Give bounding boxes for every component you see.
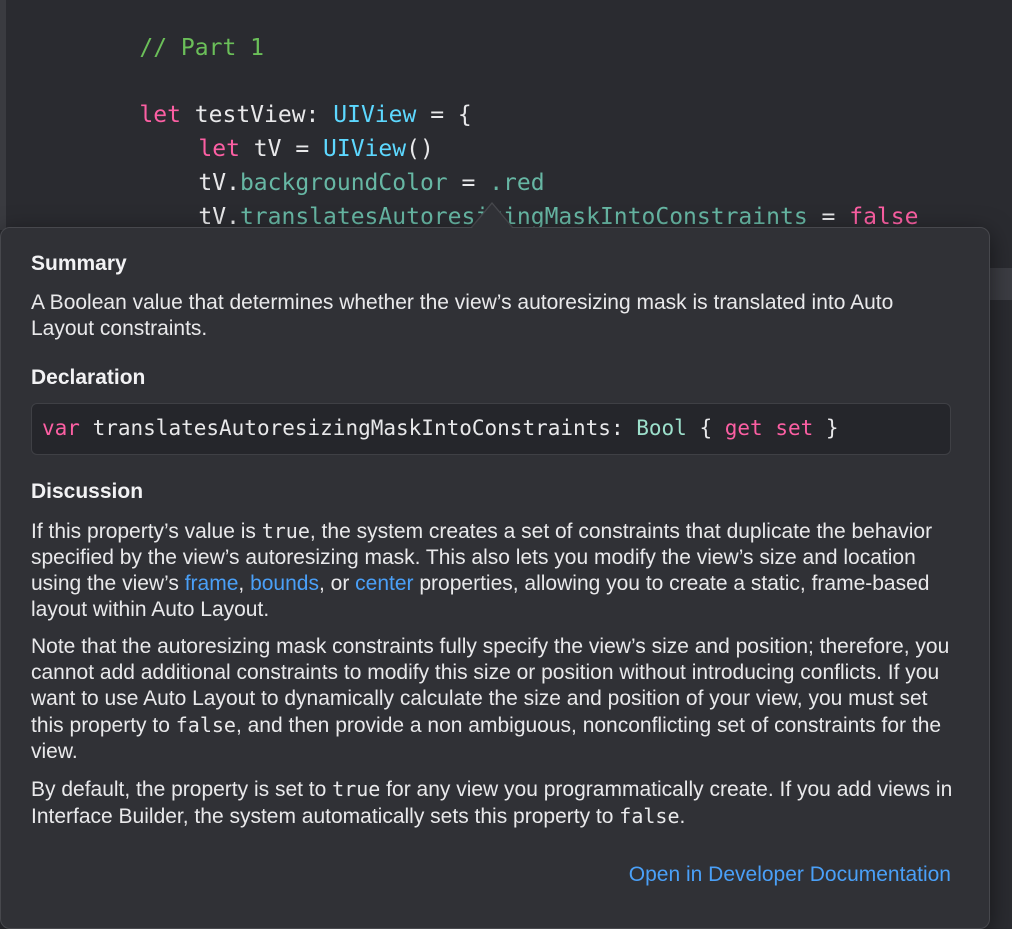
discussion-paragraph-1: If this property’s value is true, the sy… [31, 518, 961, 623]
quick-help-popover: Summary A Boolean value that determines … [0, 227, 990, 929]
p3-text: By default, the property is set to [31, 778, 333, 801]
p1-text: If this property’s value is [31, 520, 262, 543]
code-false: false [619, 804, 680, 828]
decl-get: get [724, 416, 763, 440]
declaration-title: Declaration [31, 366, 146, 389]
bounds-link[interactable]: bounds [250, 572, 319, 595]
declaration-code: var translatesAutoresizingMaskIntoConstr… [42, 404, 839, 452]
center-link[interactable]: center [355, 572, 413, 595]
code-line-comment: // Part 1 [84, 0, 264, 61]
p3-text: . [679, 805, 686, 828]
code-true: true [261, 519, 310, 543]
open-developer-documentation-link[interactable]: Open in Developer Documentation [629, 863, 951, 887]
editor-gutter [0, 0, 6, 230]
summary-text: A Boolean value that determines whether … [31, 291, 894, 340]
code-false: false [175, 713, 236, 737]
discussion-paragraph-2: Note that the autoresizing mask constrai… [31, 634, 961, 765]
code-line-testview: let testView: UIView = { [84, 64, 471, 128]
popover-arrow-inner [472, 204, 512, 228]
decl-name: translatesAutoresizingMaskIntoConstraint… [79, 416, 637, 440]
code-line-background: tV.backgroundColor = .red [143, 132, 544, 196]
decl-set: set [775, 416, 814, 440]
decl-brace: } [813, 416, 839, 440]
discussion-paragraph-3: By default, the property is set to true … [31, 776, 961, 830]
code-true: true [332, 777, 381, 801]
discussion-title: Discussion [31, 480, 144, 503]
p1-text: , or [318, 572, 356, 595]
frame-link[interactable]: frame [185, 572, 239, 595]
code-comment: // Part 1 [139, 35, 265, 61]
p1-text: , [238, 572, 251, 595]
code-line-translates: tV.translatesAutoresizingMaskIntoConstra… [143, 166, 918, 230]
decl-keyword: var [42, 416, 80, 440]
editor-highlight-strip [990, 268, 1012, 300]
code-line-tv-init: let tV = UIView() [143, 98, 433, 162]
summary-title: Summary [31, 252, 127, 275]
declaration-box: var translatesAutoresizingMaskIntoConstr… [31, 403, 951, 455]
decl-type[interactable]: Bool [636, 416, 687, 440]
decl-brace: { [686, 416, 725, 440]
